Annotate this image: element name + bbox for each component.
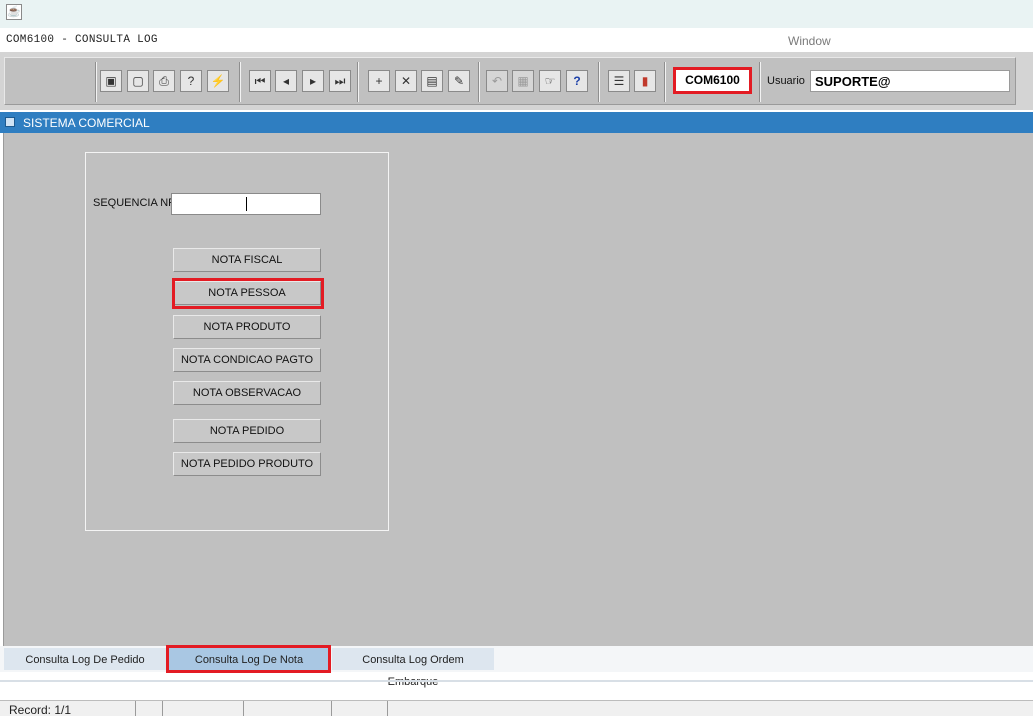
first-record-icon[interactable]: ⏮ — [249, 70, 271, 92]
help-icon[interactable]: ? — [566, 70, 588, 92]
status-separator — [243, 701, 244, 716]
window-icon[interactable] — [5, 117, 15, 127]
toolbar-separator — [95, 62, 97, 102]
delete-record-icon[interactable]: ✕ — [395, 70, 417, 92]
clipboard-icon[interactable]: ▦ — [512, 70, 534, 92]
exit-window-icon[interactable]: ▢ — [127, 70, 149, 92]
status-separator — [387, 701, 388, 716]
menu-icon[interactable]: ☰ — [608, 70, 630, 92]
last-record-icon[interactable]: ⏭ — [329, 70, 351, 92]
window-title-bar — [0, 112, 1033, 133]
sequencia-nf-label: SEQUENCIA NF — [93, 197, 175, 209]
status-divider — [0, 680, 1033, 682]
undo-icon[interactable]: ↶ — [486, 70, 508, 92]
view-record-icon[interactable]: ▤ — [421, 70, 443, 92]
prev-record-icon[interactable]: ◂ — [275, 70, 297, 92]
record-counter: Record: 1/1 — [9, 703, 72, 717]
toolbar-separator — [759, 62, 761, 102]
execute-query-icon[interactable]: ⚡ — [207, 70, 229, 92]
menu-window[interactable]: Window — [788, 34, 831, 48]
usuario-label: Usuario — [767, 75, 805, 87]
tab-consulta-log-ordem-embarque[interactable]: Consulta Log Ordem Embarque — [332, 648, 494, 688]
clear-icon[interactable]: ✎ — [448, 70, 470, 92]
tab-consulta-log-nota[interactable]: Consulta Log De Nota — [168, 648, 330, 670]
text-caret — [246, 197, 247, 211]
list-values-icon[interactable]: ☞ — [539, 70, 561, 92]
status-separator — [135, 701, 136, 716]
print-icon[interactable]: ⎙ — [153, 70, 175, 92]
insert-record-icon[interactable]: + — [368, 70, 390, 92]
app-title-bar — [0, 0, 1033, 28]
next-record-icon[interactable]: ▸ — [302, 70, 324, 92]
window-title: SISTEMA COMERCIAL — [23, 116, 150, 130]
form-code: COM6100 — [685, 73, 740, 87]
toolbar-separator — [598, 62, 600, 102]
status-separator — [162, 701, 163, 716]
tab-consulta-log-pedido[interactable]: Consulta Log De Pedido — [4, 648, 166, 670]
nota-pedido-produto-button[interactable]: NOTA PEDIDO PRODUTO — [173, 452, 321, 476]
status-bar — [0, 700, 1033, 716]
save-icon[interactable]: ▣ — [100, 70, 122, 92]
status-separator — [331, 701, 332, 716]
nota-pessoa-button[interactable]: NOTA PESSOA — [173, 281, 321, 305]
java-app-icon: ☕ — [6, 4, 22, 20]
nota-condicao-pagto-button[interactable]: NOTA CONDICAO PAGTO — [173, 348, 321, 372]
toolbar-separator — [478, 62, 480, 102]
toolbar-separator — [664, 62, 666, 102]
toolbar-separator — [239, 62, 241, 102]
nota-observacao-button[interactable]: NOTA OBSERVACAO — [173, 381, 321, 405]
toolbar-separator — [357, 62, 359, 102]
form-title: COM6100 - CONSULTA LOG — [6, 34, 158, 46]
exit-app-icon[interactable]: ▮ — [634, 70, 656, 92]
nota-pedido-button[interactable]: NOTA PEDIDO — [173, 419, 321, 443]
nota-fiscal-button[interactable]: NOTA FISCAL — [173, 248, 321, 272]
nota-produto-button[interactable]: NOTA PRODUTO — [173, 315, 321, 339]
usuario-field[interactable] — [810, 70, 1010, 92]
query-icon[interactable]: ? — [180, 70, 202, 92]
